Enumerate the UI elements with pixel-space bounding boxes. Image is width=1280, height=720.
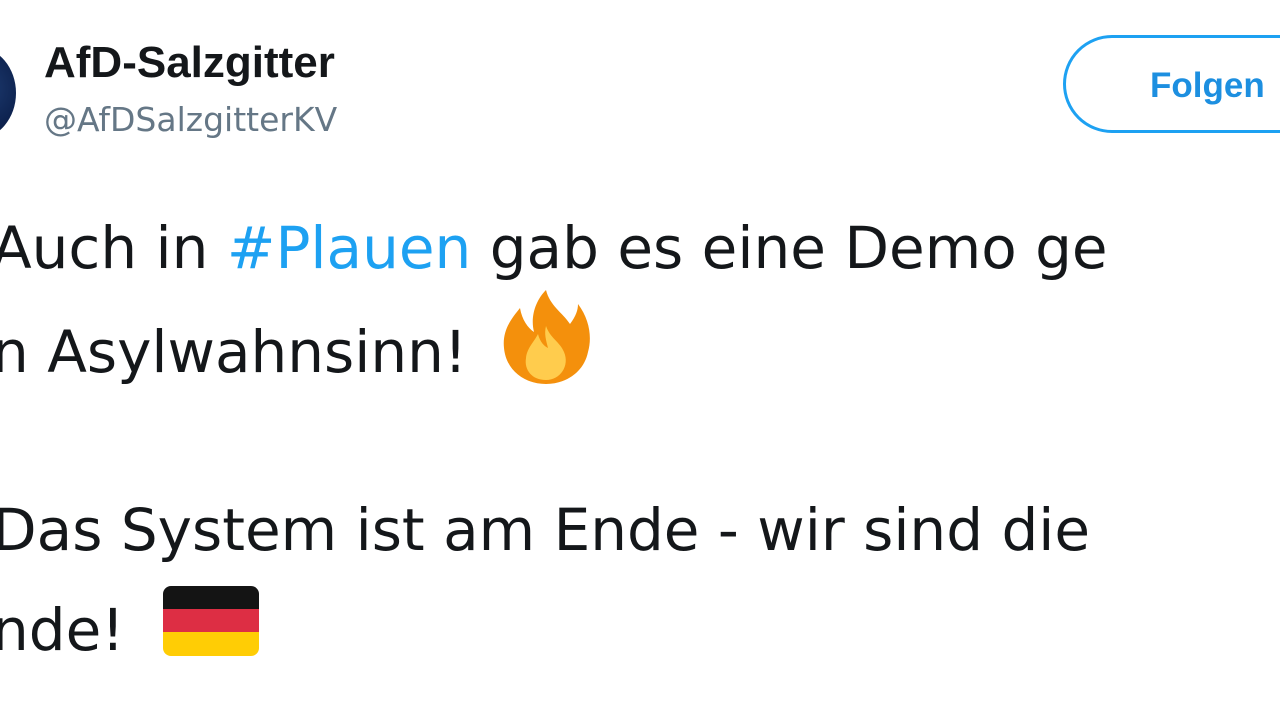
tweet-text-line-2: n Asylwahnsinn! (0, 290, 592, 402)
tweet-text-segment: n Asylwahnsinn! (0, 318, 486, 387)
hashtag-link[interactable]: #Plauen (227, 214, 471, 282)
tweet-text-line-1: Auch in #Plauen gab es eine Demo ge (0, 212, 1108, 284)
germany-flag-graphic (162, 585, 259, 656)
display-name[interactable]: AfD-Salzgitter (44, 36, 335, 90)
user-handle[interactable]: @AfDSalzgitterKV (44, 98, 337, 142)
tweet-card: AfD-Salzgitter @AfDSalzgitterKV Folgen A… (0, 0, 1280, 720)
avatar[interactable] (0, 47, 16, 139)
tweet-text-segment: gab es eine Demo ge (471, 214, 1108, 282)
germany-flag-emoji-icon (139, 585, 259, 672)
fire-emoji-icon (500, 290, 592, 402)
tweet-text-line-3: Das System ist am Ende - wir sind die (0, 496, 1091, 564)
tweet-text-line-4: nde! (0, 585, 259, 672)
follow-button-label: Folgen (1150, 66, 1265, 105)
follow-button[interactable]: Folgen (1063, 35, 1280, 133)
tweet-text-segment: Auch in (0, 214, 227, 282)
tweet-text-segment: nde! (0, 596, 125, 664)
fire-emoji-graphic (503, 290, 590, 384)
